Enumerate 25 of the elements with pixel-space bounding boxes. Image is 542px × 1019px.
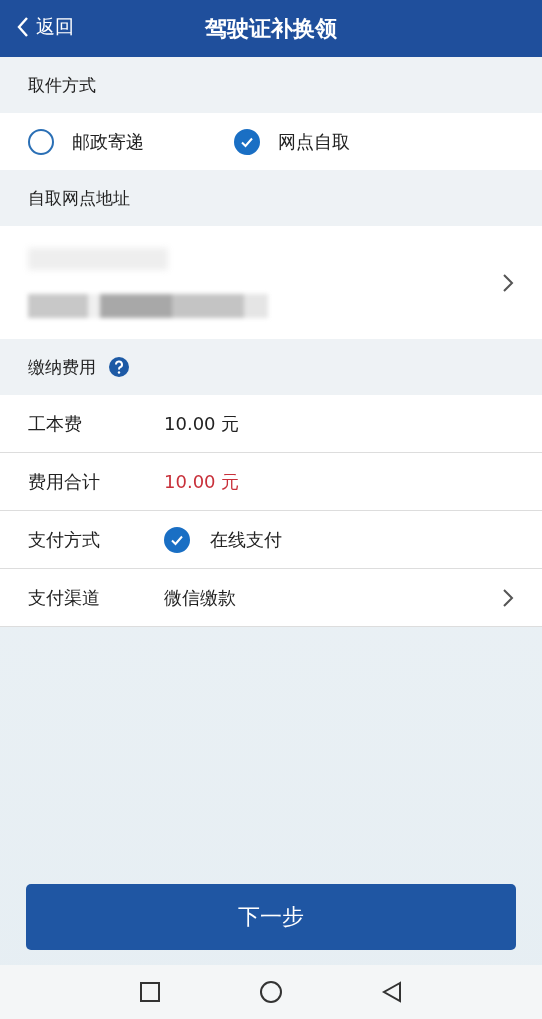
field-label: 费用合计 (28, 469, 101, 494)
help-icon[interactable] (108, 356, 130, 378)
back-icon (16, 16, 30, 38)
back-icon[interactable] (381, 981, 403, 1003)
form-row[interactable]: 支付渠道 微信缴款 (0, 569, 542, 627)
section-title: 缴纳费用 (28, 355, 96, 379)
back-button[interactable]: 返回 (14, 12, 76, 42)
radio-option[interactable]: 网点自取 (234, 128, 350, 155)
home-icon[interactable] (259, 980, 283, 1004)
radio-option[interactable]: 邮政寄递 (28, 128, 144, 155)
field-label: 工本费 (28, 411, 83, 436)
field-value: 10.00 元 (164, 411, 240, 436)
section-title: 取件方式 (28, 73, 96, 97)
field-value: 在线支付 (210, 527, 282, 552)
chevron-icon (502, 272, 514, 293)
section-title: 自取网点地址 (28, 186, 130, 210)
recents-icon[interactable] (139, 981, 161, 1003)
next-button[interactable]: 下一步 (26, 884, 516, 950)
field-label: 支付渠道 (28, 585, 101, 610)
field-value: 微信缴款 (164, 585, 236, 610)
field-value: 10.00 元 (164, 469, 240, 494)
page-title: 驾驶证补换领 (205, 14, 337, 43)
field-label: 支付方式 (28, 527, 101, 552)
chevron-icon (502, 587, 514, 608)
check-icon[interactable] (164, 526, 190, 553)
